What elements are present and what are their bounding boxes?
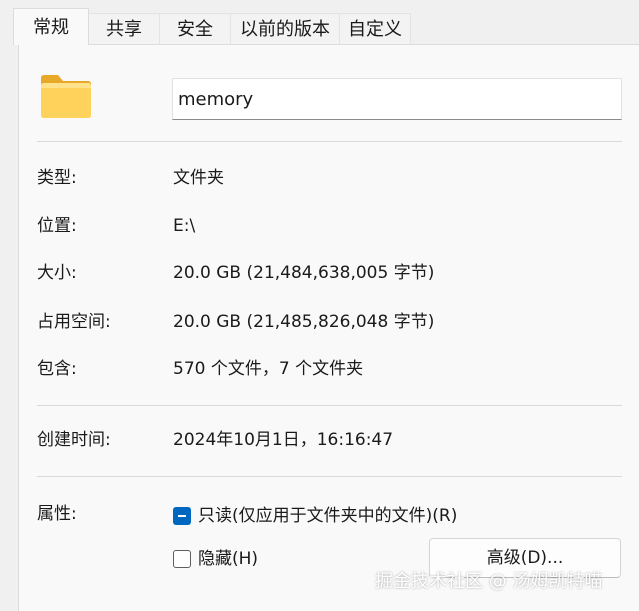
tab-sharing[interactable]: 共享 — [88, 13, 160, 44]
size-value: 20.0 GB (21,484,638,005 字节) — [173, 263, 435, 283]
hidden-label[interactable]: 隐藏(H) — [198, 547, 258, 571]
location-label: 位置: — [37, 216, 77, 236]
attributes-label: 属性: — [37, 504, 77, 524]
separator — [37, 476, 622, 477]
readonly-label[interactable]: 只读(仅应用于文件夹中的文件)(R) — [198, 504, 457, 528]
tab-customize[interactable]: 自定义 — [339, 13, 411, 44]
location-value: E:\ — [173, 216, 196, 236]
created-value: 2024年10月1日，16:16:47 — [173, 430, 394, 450]
tab-general[interactable]: 常规 — [13, 8, 89, 45]
contains-value: 570 个文件，7 个文件夹 — [173, 359, 364, 379]
size-on-disk-value: 20.0 GB (21,485,826,048 字节) — [173, 312, 435, 332]
watermark: 掘金技术社区 @ 汤姆凯特喵 — [375, 571, 603, 592]
tab-previous-versions[interactable]: 以前的版本 — [230, 13, 340, 44]
size-on-disk-label: 占用空间: — [37, 312, 111, 332]
type-label: 类型: — [37, 168, 77, 188]
folder-icon — [41, 75, 91, 118]
hidden-checkbox[interactable] — [173, 550, 191, 568]
size-label: 大小: — [37, 263, 77, 283]
tab-bar: 共享 安全 以前的版本 自定义 常规 — [0, 0, 639, 45]
type-value: 文件夹 — [173, 168, 224, 188]
separator — [37, 405, 622, 406]
contains-label: 包含: — [37, 359, 77, 379]
folder-name-field[interactable] — [172, 78, 622, 120]
readonly-checkbox[interactable] — [173, 507, 191, 525]
tab-security[interactable]: 安全 — [159, 13, 231, 44]
separator — [37, 141, 622, 142]
created-label: 创建时间: — [37, 430, 111, 450]
